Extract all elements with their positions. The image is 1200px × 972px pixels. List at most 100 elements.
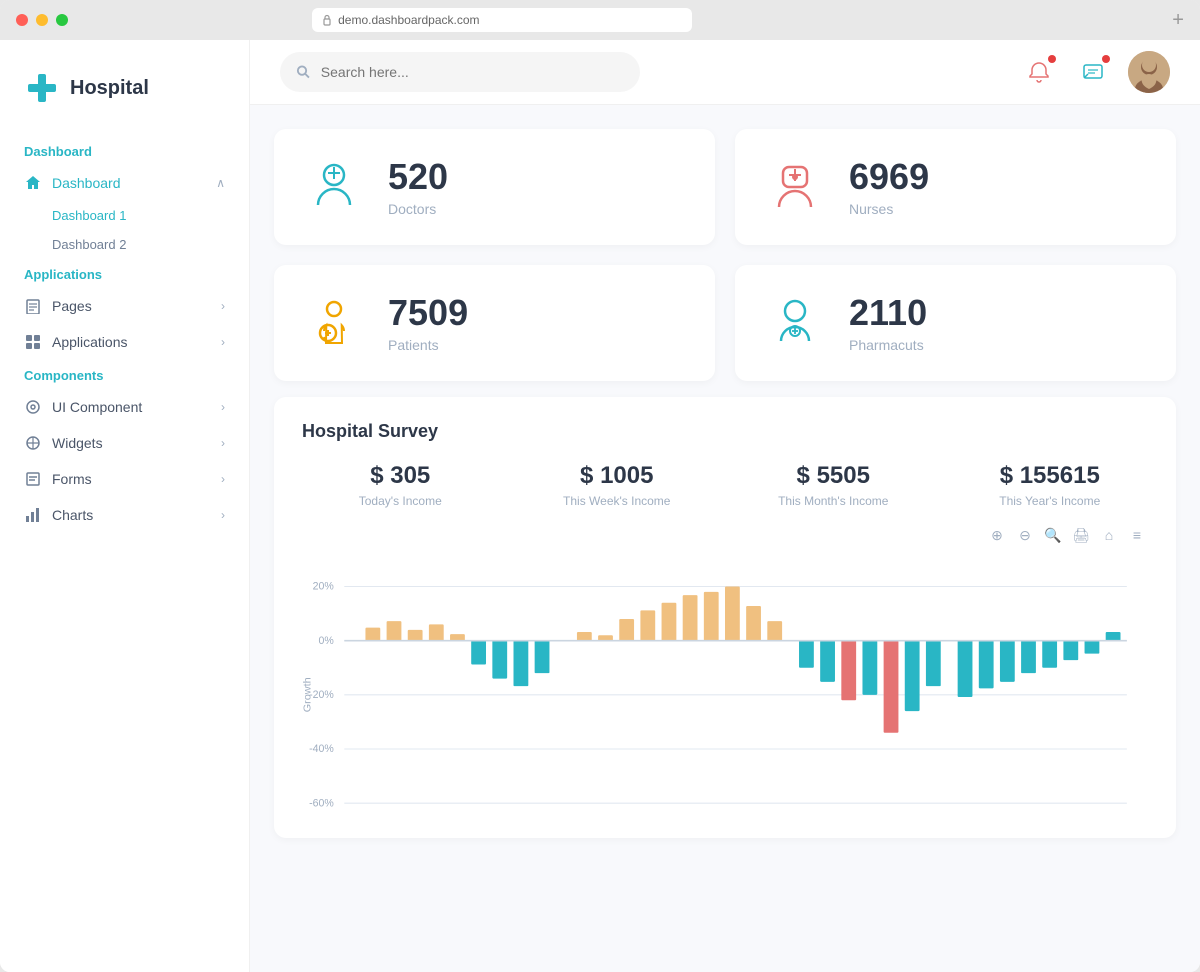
chevron-right-icon2: › [221, 335, 225, 349]
patient-icon [304, 293, 364, 353]
minimize-button[interactable] [36, 14, 48, 26]
chart-container: 20% 0% -20% -40% -60% Growth [302, 554, 1148, 814]
stat-label-pharmacuts: Pharmacuts [849, 337, 927, 353]
income-stat-week: $ 1005 This Week's Income [519, 462, 716, 508]
logo: Hospital [0, 60, 249, 136]
sidebar-section-applications: Applications [0, 259, 249, 288]
doctor-svg [306, 159, 362, 215]
menu-button[interactable]: ≡ [1126, 524, 1148, 546]
income-stats: $ 305 Today's Income $ 1005 This Week's … [302, 462, 1148, 508]
new-tab-button[interactable]: + [1172, 9, 1184, 32]
pages-label: Pages [52, 298, 92, 314]
pharma-icon [765, 293, 825, 353]
stat-card-pharmacuts: 2110 Pharmacuts [735, 265, 1176, 381]
sidebar-item-charts[interactable]: Charts › [0, 497, 249, 533]
apps-svg [25, 334, 41, 350]
patient-svg [306, 295, 362, 351]
avatar[interactable] [1128, 51, 1170, 93]
stat-label-patients: Patients [388, 337, 468, 353]
stats-grid: 520 Doctors [250, 105, 1200, 397]
notification-button[interactable] [1020, 53, 1058, 91]
sidebar-item-ui-component[interactable]: UI Component › [0, 389, 249, 425]
stat-number-nurses: 6969 [849, 157, 929, 197]
browser-window: demo.dashboardpack.com + Hospital Dashbo… [0, 0, 1200, 972]
hospital-logo-icon [24, 70, 60, 106]
svg-text:-60%: -60% [309, 797, 334, 809]
maximize-button[interactable] [56, 14, 68, 26]
income-stat-today: $ 305 Today's Income [302, 462, 499, 508]
stat-info-patients: 7509 Patients [388, 293, 468, 353]
sidebar-item-pages[interactable]: Pages › [0, 288, 249, 324]
home-icon [24, 174, 42, 192]
pages-svg [25, 298, 41, 314]
pharma-svg [767, 295, 823, 351]
topbar-icons [1020, 51, 1170, 93]
chevron-right-icon6: › [221, 508, 225, 522]
sidebar-item-forms[interactable]: Forms › [0, 461, 249, 497]
message-badge [1102, 55, 1110, 63]
ui-icon [24, 398, 42, 416]
applications-label: Applications [52, 334, 128, 350]
url-text: demo.dashboardpack.com [338, 13, 479, 27]
income-value-year: $ 155615 [952, 462, 1149, 490]
forms-label: Forms [52, 471, 92, 487]
stat-number-pharmacuts: 2110 [849, 293, 927, 333]
close-button[interactable] [16, 14, 28, 26]
print-button[interactable]: 🖨 [1070, 524, 1092, 546]
forms-icon [24, 470, 42, 488]
income-stat-month: $ 5505 This Month's Income [735, 462, 932, 508]
nurse-svg [767, 159, 823, 215]
stat-card-doctors: 520 Doctors [274, 129, 715, 245]
stat-number-doctors: 520 [388, 157, 448, 197]
address-bar[interactable]: demo.dashboardpack.com [312, 8, 692, 32]
charts-label: Charts [52, 507, 93, 523]
search-input[interactable] [321, 64, 624, 80]
income-label-today: Today's Income [302, 494, 499, 508]
ui-svg [25, 399, 41, 415]
svg-text:0%: 0% [318, 635, 334, 647]
stat-info-doctors: 520 Doctors [388, 157, 448, 217]
avatar-image [1128, 51, 1170, 93]
sidebar-item-dashboard[interactable]: Dashboard ∧ [0, 165, 249, 201]
dashboard-label: Dashboard [52, 175, 121, 191]
income-value-week: $ 1005 [519, 462, 716, 490]
message-button[interactable] [1074, 53, 1112, 91]
search-icon [296, 64, 311, 80]
chevron-up-icon: ∧ [216, 176, 225, 190]
sidebar: Hospital Dashboard Dashboard ∧ Dashboard… [0, 40, 250, 972]
sidebar-subitem-dashboard1[interactable]: Dashboard 1 [0, 201, 249, 230]
bell-icon [1028, 61, 1050, 83]
stat-label-doctors: Doctors [388, 201, 448, 217]
svg-text:20%: 20% [313, 581, 335, 593]
zoom-out-button[interactable]: ⊖ [1014, 524, 1036, 546]
chart-toolbar: ⊕ ⊖ 🔍 🖨 ⌂ ≡ [302, 524, 1148, 546]
income-label-month: This Month's Income [735, 494, 932, 508]
search-bar[interactable] [280, 52, 640, 92]
sidebar-item-applications[interactable]: Applications › [0, 324, 249, 360]
stat-label-nurses: Nurses [849, 201, 929, 217]
sidebar-subitem-dashboard2[interactable]: Dashboard 2 [0, 230, 249, 259]
charts-icon [24, 506, 42, 524]
chevron-right-icon: › [221, 299, 225, 313]
main-content: 520 Doctors [250, 40, 1200, 972]
topbar [250, 40, 1200, 105]
sidebar-section-components: Components [0, 360, 249, 389]
stat-card-nurses: 6969 Nurses [735, 129, 1176, 245]
pages-icon [24, 297, 42, 315]
dashboard2-label: Dashboard 2 [52, 237, 126, 252]
survey-section: Hospital Survey $ 305 Today's Income $ 1… [274, 397, 1176, 838]
income-value-today: $ 305 [302, 462, 499, 490]
stat-info-pharmacuts: 2110 Pharmacuts [849, 293, 927, 353]
app-container: Hospital Dashboard Dashboard ∧ Dashboard… [0, 40, 1200, 972]
sidebar-section-dashboard: Dashboard [0, 136, 249, 165]
widgets-svg [25, 435, 41, 451]
stat-info-nurses: 6969 Nurses [849, 157, 929, 217]
sidebar-item-widgets[interactable]: Widgets › [0, 425, 249, 461]
home-button[interactable]: ⌂ [1098, 524, 1120, 546]
zoom-in-button[interactable]: ⊕ [986, 524, 1008, 546]
income-label-year: This Year's Income [952, 494, 1149, 508]
nurse-icon [765, 157, 825, 217]
chevron-right-icon5: › [221, 472, 225, 486]
survey-title: Hospital Survey [302, 421, 1148, 442]
zoom-reset-button[interactable]: 🔍 [1042, 524, 1064, 546]
